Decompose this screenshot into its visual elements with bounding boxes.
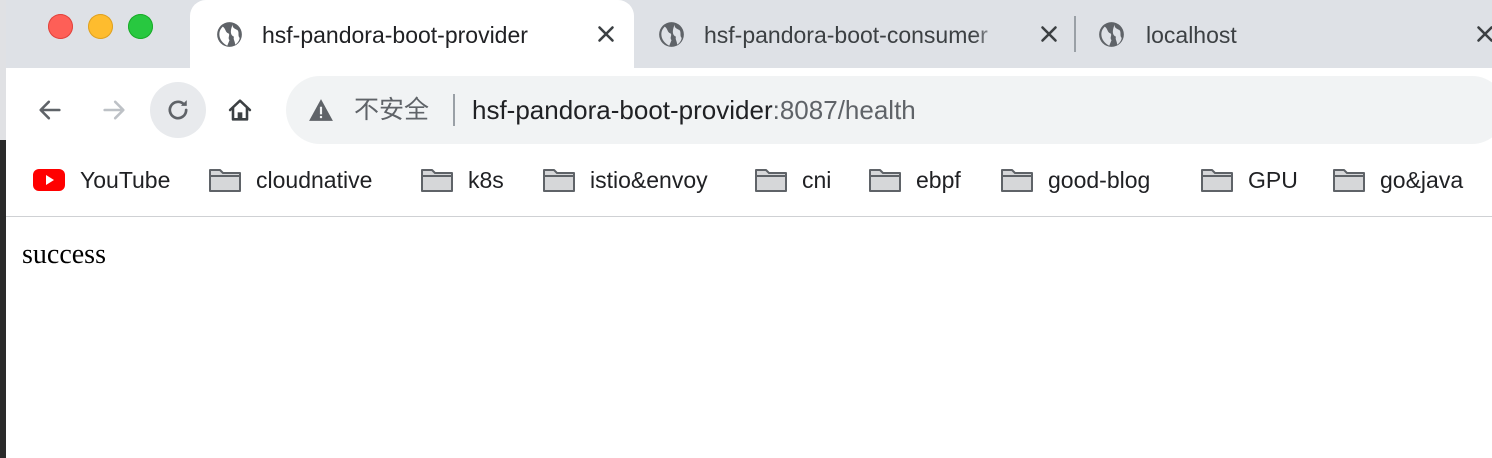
reload-button[interactable] — [150, 82, 206, 138]
back-button[interactable] — [22, 82, 78, 138]
url-path: :8087/health — [772, 95, 916, 125]
folder-icon — [1201, 169, 1233, 192]
folder-icon — [543, 169, 575, 192]
bookmark-label: good-blog — [1048, 166, 1151, 193]
bookmark-label: cni — [802, 166, 832, 193]
tab-localhost[interactable]: localhost — [1090, 0, 1492, 68]
bookmark-youtube[interactable]: YouTube — [32, 162, 170, 198]
tab-title: hsf-pandora-boot-consumer — [704, 22, 988, 48]
bookmark-folder-cloudnative[interactable]: cloudnative — [208, 162, 372, 198]
folder-icon — [421, 169, 453, 192]
page-content: success — [6, 217, 1492, 458]
bookmark-label: GPU — [1248, 166, 1298, 193]
globe-icon — [659, 22, 684, 47]
home-icon — [228, 99, 252, 121]
window-minimize-button[interactable] — [88, 14, 113, 39]
close-icon[interactable] — [593, 21, 619, 47]
url-host: hsf-pandora-boot-provider — [472, 95, 773, 125]
tab-hsf-consumer[interactable]: hsf-pandora-boot-consumer — [648, 0, 1066, 68]
response-text: success — [22, 239, 106, 270]
forward-button[interactable] — [86, 82, 142, 138]
home-button[interactable] — [212, 82, 268, 138]
folder-icon — [209, 169, 241, 192]
url-text[interactable]: hsf-pandora-boot-provider:8087/health — [472, 92, 916, 128]
bookmark-label: cloudnative — [256, 166, 373, 193]
tab-separator — [1074, 16, 1076, 52]
bookmark-folder-cni[interactable]: cni — [754, 162, 831, 198]
bookmark-label: ebpf — [916, 166, 961, 193]
browser-toolbar: 不安全 hsf-pandora-boot-provider:8087/healt… — [6, 68, 1492, 152]
bookmark-label: YouTube — [80, 166, 171, 193]
bookmark-folder-k8s[interactable]: k8s — [420, 162, 504, 198]
bookmark-label: go&java — [1380, 166, 1464, 193]
globe-icon — [217, 22, 242, 47]
folder-icon — [1333, 169, 1365, 192]
bookmark-folder-gpu[interactable]: GPU — [1200, 162, 1298, 198]
arrow-right-icon — [103, 100, 125, 120]
bookmark-label: istio&envoy — [590, 166, 708, 193]
tab-strip: hsf-pandora-boot-provider hsf-pandora-bo… — [6, 0, 1492, 68]
omnibox-divider — [453, 94, 455, 126]
address-bar[interactable]: 不安全 hsf-pandora-boot-provider:8087/healt… — [286, 76, 1492, 144]
bookmark-folder-go-java[interactable]: go&java — [1332, 162, 1463, 198]
folder-icon — [755, 169, 787, 192]
bookmark-folder-good-blog[interactable]: good-blog — [1000, 162, 1150, 198]
close-icon[interactable] — [1472, 21, 1492, 47]
warning-icon[interactable] — [308, 98, 334, 122]
bookmark-folder-istio-envoy[interactable]: istio&envoy — [542, 162, 708, 198]
window-close-button[interactable] — [48, 14, 73, 39]
globe-icon — [1099, 22, 1124, 47]
youtube-icon — [33, 169, 65, 191]
tab-title: hsf-pandora-boot-provider — [262, 22, 528, 48]
window-maximize-button[interactable] — [128, 14, 153, 39]
arrow-left-icon — [39, 100, 61, 120]
tab-hsf-provider[interactable]: hsf-pandora-boot-provider — [190, 0, 634, 68]
folder-icon — [869, 169, 901, 192]
bookmark-folder-ebpf[interactable]: ebpf — [868, 162, 961, 198]
reload-icon — [168, 100, 188, 120]
folder-icon — [1001, 169, 1033, 192]
tab-title: localhost — [1146, 22, 1237, 48]
bookmarks-bar: YouTube cloudnative k8s istio&envoy cni — [6, 152, 1492, 216]
bookmark-label: k8s — [468, 166, 504, 193]
security-label[interactable]: 不安全 — [354, 92, 429, 128]
close-icon[interactable] — [1036, 21, 1062, 47]
